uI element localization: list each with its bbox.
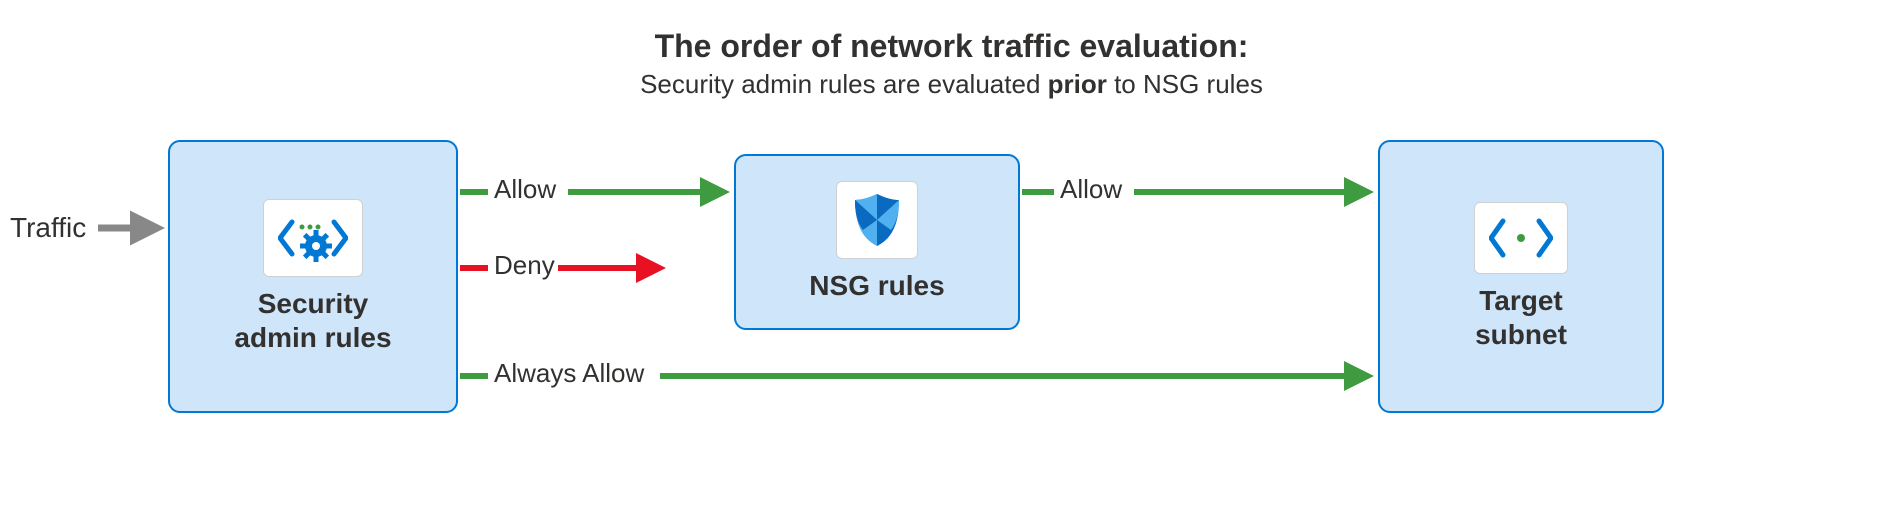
traffic-label: Traffic <box>10 212 86 244</box>
box-target-label: Target subnet <box>1475 284 1567 351</box>
box-nsg-rules: NSG rules <box>734 154 1020 330</box>
security-label-line2: admin rules <box>234 322 391 353</box>
arrow-label-always-allow: Always Allow <box>494 358 644 389</box>
target-label-line2: subnet <box>1475 319 1567 350</box>
subtitle-pre: Security admin rules are evaluated <box>640 69 1048 99</box>
box-target-subnet: Target subnet <box>1378 140 1664 413</box>
box-security-admin-rules: Security admin rules <box>168 140 458 413</box>
diagram-subtitle: Security admin rules are evaluated prior… <box>0 69 1903 100</box>
diagram-canvas: Traffic <box>0 130 1903 490</box>
security-label-line1: Security <box>258 288 369 319</box>
shield-icon <box>836 181 918 259</box>
title-section: The order of network traffic evaluation:… <box>0 0 1903 100</box>
security-admin-icon <box>263 199 363 277</box>
box-security-label: Security admin rules <box>234 287 391 354</box>
subnet-icon <box>1474 202 1568 274</box>
diagram-title: The order of network traffic evaluation: <box>0 28 1903 65</box>
box-nsg-label: NSG rules <box>809 269 944 303</box>
arrow-label-allow2: Allow <box>1060 174 1122 205</box>
subtitle-post: to NSG rules <box>1107 69 1263 99</box>
arrow-label-deny: Deny <box>494 250 555 281</box>
arrow-label-allow1: Allow <box>494 174 556 205</box>
target-label-line1: Target <box>1479 285 1563 316</box>
subtitle-bold: prior <box>1048 69 1107 99</box>
